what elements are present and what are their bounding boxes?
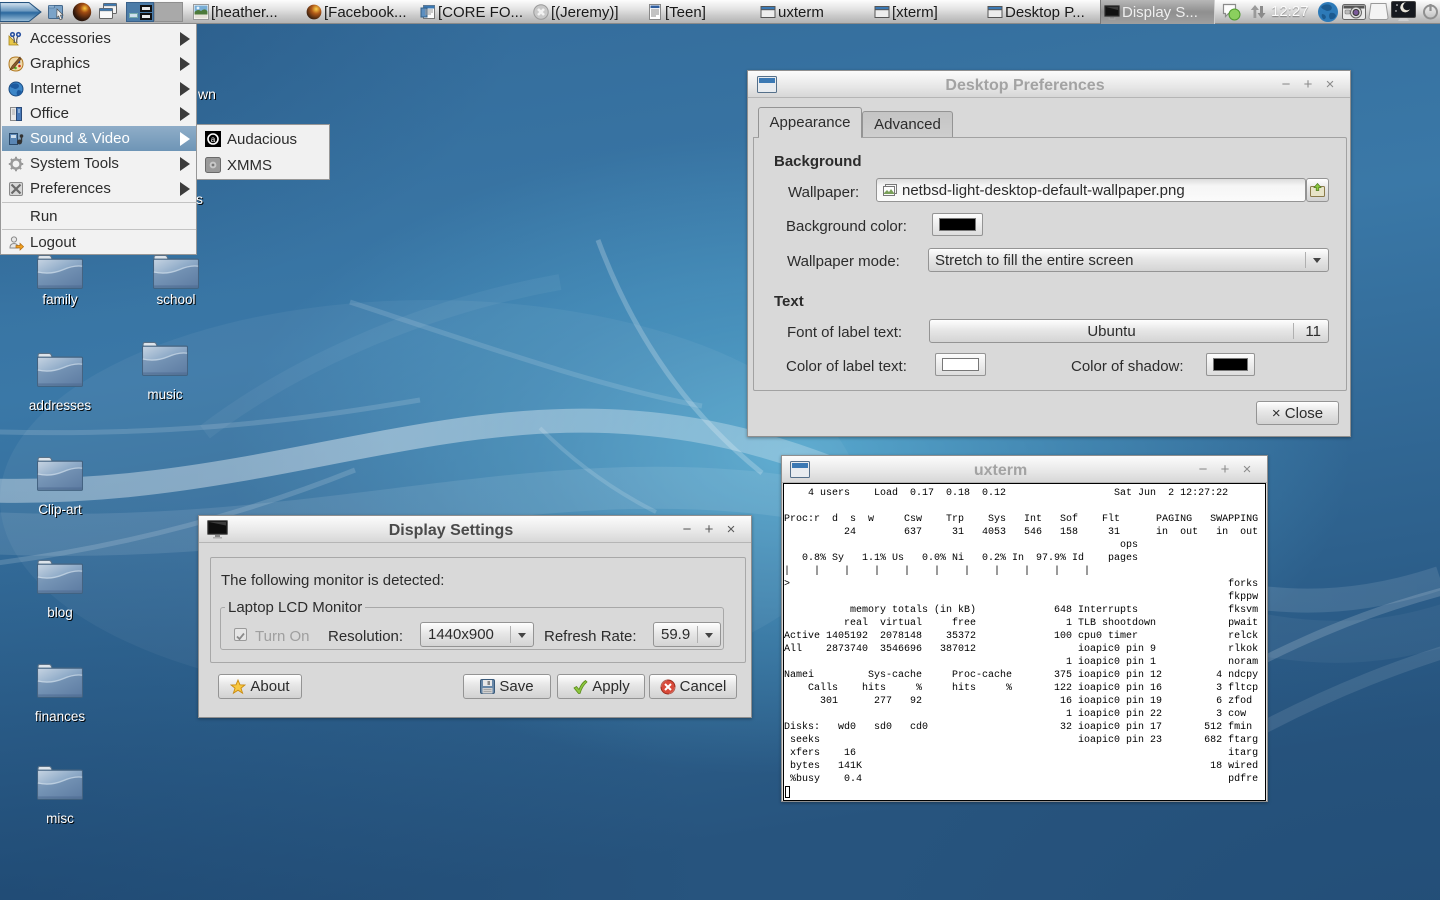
svg-text:a: a [211,135,216,144]
